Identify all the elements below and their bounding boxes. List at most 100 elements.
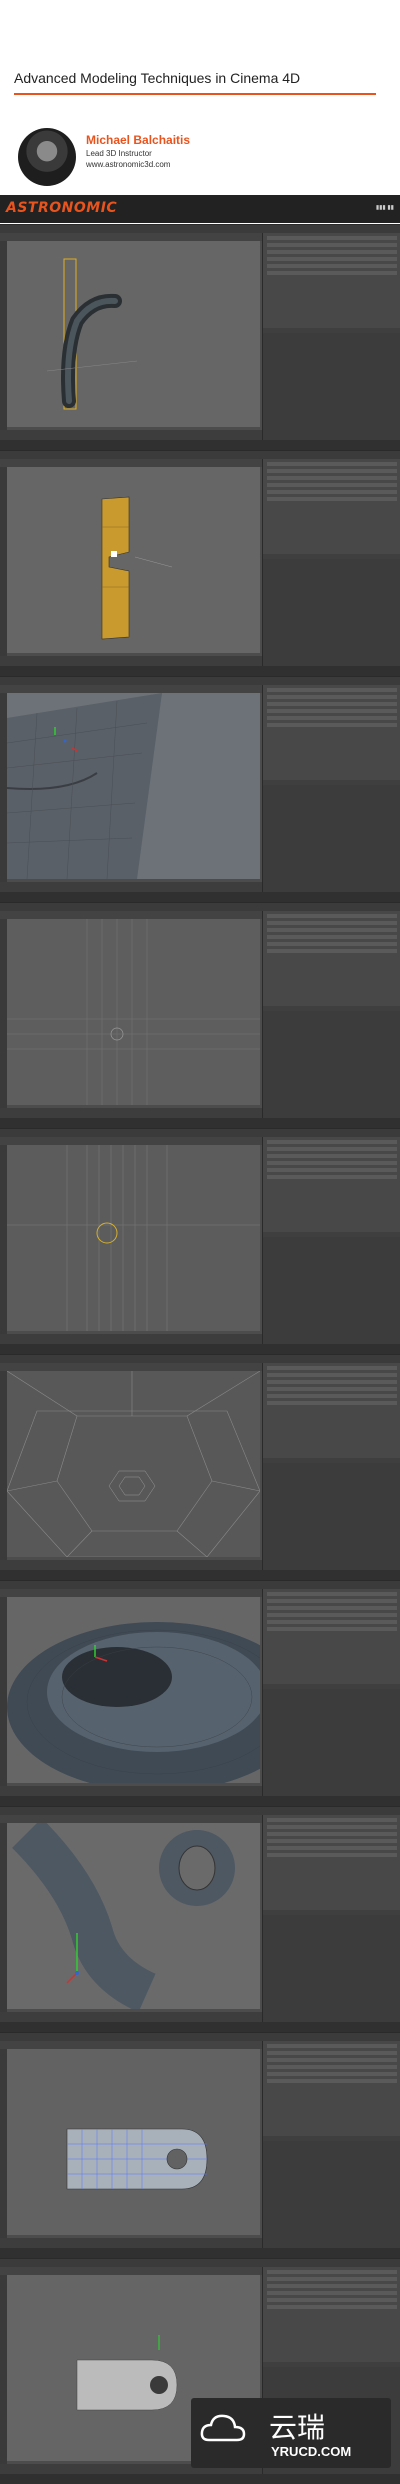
object-manager-row[interactable] xyxy=(267,1175,397,1179)
attribute-manager[interactable] xyxy=(263,559,400,666)
object-manager-row[interactable] xyxy=(267,257,397,261)
viewport[interactable] xyxy=(7,1371,260,1557)
object-manager-row[interactable] xyxy=(267,935,397,939)
object-manager-row[interactable] xyxy=(267,1846,397,1850)
attribute-manager[interactable] xyxy=(263,1689,400,1796)
object-manager-row[interactable] xyxy=(267,2270,397,2274)
object-manager[interactable] xyxy=(263,685,400,780)
side-toolbar[interactable] xyxy=(0,241,7,431)
object-manager-row[interactable] xyxy=(267,914,397,918)
attribute-manager[interactable] xyxy=(263,333,400,440)
menu-bar[interactable] xyxy=(0,903,400,911)
object-manager-row[interactable] xyxy=(267,271,397,275)
object-manager-row[interactable] xyxy=(267,928,397,932)
viewport-scene[interactable] xyxy=(7,467,260,653)
viewport-scene[interactable] xyxy=(7,919,260,1105)
viewport[interactable] xyxy=(7,241,260,427)
object-manager-row[interactable] xyxy=(267,2305,397,2309)
object-manager[interactable] xyxy=(263,2267,400,2362)
object-manager-row[interactable] xyxy=(267,723,397,727)
toolbar[interactable] xyxy=(0,1137,262,1150)
object-manager-row[interactable] xyxy=(267,949,397,953)
attribute-manager[interactable] xyxy=(263,1237,400,1344)
object-manager-row[interactable] xyxy=(267,1161,397,1165)
viewport[interactable] xyxy=(7,693,260,879)
viewport-scene[interactable] xyxy=(7,2049,260,2235)
object-manager[interactable] xyxy=(263,1815,400,1910)
object-manager-row[interactable] xyxy=(267,1147,397,1151)
object-manager[interactable] xyxy=(263,1363,400,1458)
object-manager[interactable] xyxy=(263,1589,400,1684)
object-manager-row[interactable] xyxy=(267,1592,397,1596)
side-toolbar[interactable] xyxy=(0,467,7,657)
side-toolbar[interactable] xyxy=(0,1823,7,2013)
menu-bar[interactable] xyxy=(0,1355,400,1363)
attribute-manager[interactable] xyxy=(263,1011,400,1118)
toolbar[interactable] xyxy=(0,459,262,472)
viewport[interactable] xyxy=(7,1823,260,2009)
object-manager-row[interactable] xyxy=(267,1853,397,1857)
object-manager[interactable] xyxy=(263,911,400,1006)
object-manager-row[interactable] xyxy=(267,1599,397,1603)
object-manager-row[interactable] xyxy=(267,2051,397,2055)
viewport[interactable] xyxy=(7,467,260,653)
viewport[interactable] xyxy=(7,2049,260,2235)
viewport-scene[interactable] xyxy=(7,1597,260,1783)
viewport[interactable] xyxy=(7,1597,260,1783)
timeline[interactable] xyxy=(0,2012,262,2022)
object-manager-row[interactable] xyxy=(267,1168,397,1172)
viewport-scene[interactable] xyxy=(7,693,260,879)
object-manager-row[interactable] xyxy=(267,2072,397,2076)
object-manager-row[interactable] xyxy=(267,921,397,925)
object-manager-row[interactable] xyxy=(267,1839,397,1843)
object-manager-row[interactable] xyxy=(267,2058,397,2062)
timeline[interactable] xyxy=(0,1786,262,1796)
side-toolbar[interactable] xyxy=(0,919,7,1109)
object-manager-row[interactable] xyxy=(267,2277,397,2281)
attribute-manager[interactable] xyxy=(263,1463,400,1570)
object-manager-row[interactable] xyxy=(267,236,397,240)
object-manager-row[interactable] xyxy=(267,483,397,487)
object-manager-row[interactable] xyxy=(267,469,397,473)
toolbar[interactable] xyxy=(0,233,262,246)
object-manager-row[interactable] xyxy=(267,1154,397,1158)
viewport-scene[interactable] xyxy=(7,241,260,427)
object-manager-row[interactable] xyxy=(267,688,397,692)
toolbar[interactable] xyxy=(0,2041,262,2054)
object-manager-row[interactable] xyxy=(267,2291,397,2295)
object-manager-row[interactable] xyxy=(267,1387,397,1391)
side-toolbar[interactable] xyxy=(0,1371,7,1561)
menu-bar[interactable] xyxy=(0,1129,400,1137)
timeline[interactable] xyxy=(0,430,262,440)
object-manager-row[interactable] xyxy=(267,1380,397,1384)
timeline[interactable] xyxy=(0,2238,262,2248)
side-toolbar[interactable] xyxy=(0,2049,7,2239)
toolbar[interactable] xyxy=(0,2267,262,2280)
side-toolbar[interactable] xyxy=(0,693,7,883)
object-manager[interactable] xyxy=(263,459,400,554)
object-manager-row[interactable] xyxy=(267,1818,397,1822)
side-toolbar[interactable] xyxy=(0,2275,7,2465)
object-manager-row[interactable] xyxy=(267,2298,397,2302)
object-manager-row[interactable] xyxy=(267,1606,397,1610)
menu-bar[interactable] xyxy=(0,1581,400,1589)
object-manager-row[interactable] xyxy=(267,1627,397,1631)
object-manager-row[interactable] xyxy=(267,716,397,720)
object-manager-row[interactable] xyxy=(267,2065,397,2069)
object-manager-row[interactable] xyxy=(267,1613,397,1617)
object-manager-row[interactable] xyxy=(267,695,397,699)
object-manager-row[interactable] xyxy=(267,702,397,706)
object-manager[interactable] xyxy=(263,233,400,328)
object-manager-row[interactable] xyxy=(267,250,397,254)
object-manager-row[interactable] xyxy=(267,942,397,946)
object-manager-row[interactable] xyxy=(267,709,397,713)
object-manager[interactable] xyxy=(263,2041,400,2136)
attribute-manager[interactable] xyxy=(263,785,400,892)
menu-bar[interactable] xyxy=(0,677,400,685)
menu-bar[interactable] xyxy=(0,451,400,459)
menu-bar[interactable] xyxy=(0,2033,400,2041)
object-manager-row[interactable] xyxy=(267,2044,397,2048)
timeline[interactable] xyxy=(0,1334,262,1344)
object-manager-row[interactable] xyxy=(267,497,397,501)
object-manager-row[interactable] xyxy=(267,1373,397,1377)
